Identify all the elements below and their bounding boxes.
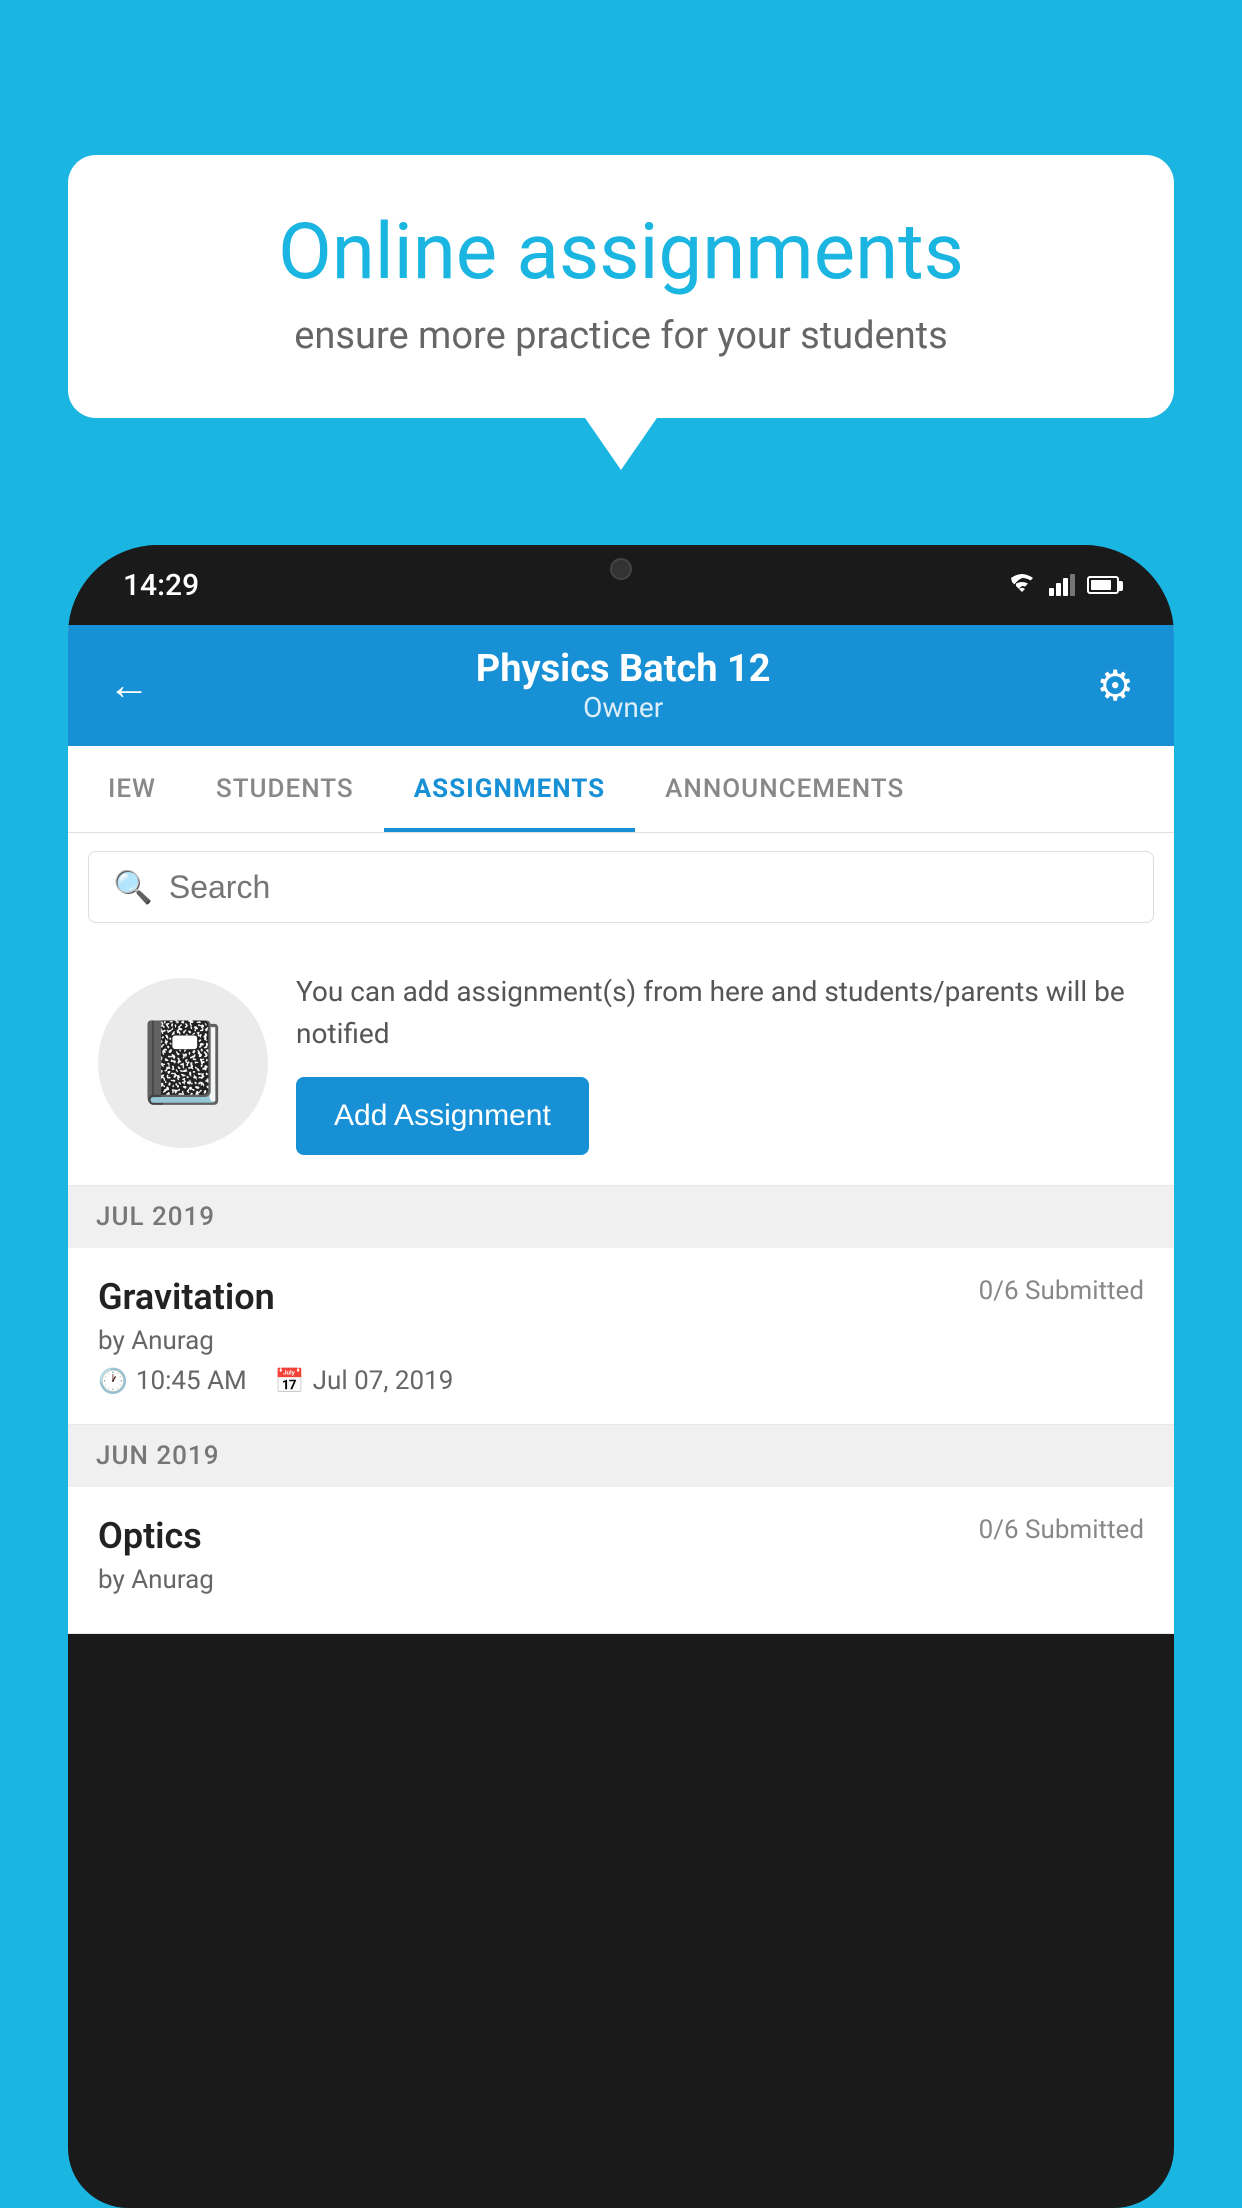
battery-icon xyxy=(1087,576,1119,594)
assignment-submitted-optics: 0/6 Submitted xyxy=(979,1515,1144,1545)
section-header-jun: JUN 2019 xyxy=(68,1425,1174,1487)
assignment-date: 📅 Jul 07, 2019 xyxy=(275,1366,454,1396)
speech-bubble: Online assignments ensure more practice … xyxy=(68,155,1174,418)
date-value: Jul 07, 2019 xyxy=(313,1366,454,1396)
time-value: 10:45 AM xyxy=(136,1366,247,1396)
assignment-meta: 🕐 10:45 AM 📅 Jul 07, 2019 xyxy=(98,1366,1144,1396)
status-time: 14:29 xyxy=(123,568,199,603)
search-bar[interactable]: 🔍 xyxy=(88,851,1154,923)
app-header: ← Physics Batch 12 Owner ⚙ xyxy=(68,625,1174,746)
info-text: You can add assignment(s) from here and … xyxy=(296,971,1144,1155)
info-card: 📓 You can add assignment(s) from here an… xyxy=(68,941,1174,1186)
assignment-name-optics: Optics xyxy=(98,1515,202,1557)
wifi-icon xyxy=(1007,574,1037,596)
tab-announcements[interactable]: ANNOUNCEMENTS xyxy=(635,746,934,832)
notebook-icon: 📓 xyxy=(133,1016,233,1110)
back-button[interactable]: ← xyxy=(108,661,150,710)
status-icons xyxy=(1007,574,1119,596)
bubble-subtitle: ensure more practice for your students xyxy=(133,314,1109,358)
assignment-author-optics: by Anurag xyxy=(98,1565,1144,1595)
assignment-optics[interactable]: Optics 0/6 Submitted by Anurag xyxy=(68,1487,1174,1634)
assignment-author: by Anurag xyxy=(98,1326,1144,1356)
assignment-submitted: 0/6 Submitted xyxy=(979,1276,1144,1306)
clock-icon: 🕐 xyxy=(98,1367,128,1395)
app-screen: ← Physics Batch 12 Owner ⚙ IEW STUDENTS … xyxy=(68,625,1174,1634)
bubble-title: Online assignments xyxy=(133,210,1109,296)
assignment-name: Gravitation xyxy=(98,1276,275,1318)
tab-bar: IEW STUDENTS ASSIGNMENTS ANNOUNCEMENTS xyxy=(68,746,1174,833)
settings-icon[interactable]: ⚙ xyxy=(1096,661,1134,711)
signal-icon xyxy=(1049,574,1075,596)
assignment-time: 🕐 10:45 AM xyxy=(98,1366,247,1396)
search-input[interactable] xyxy=(169,869,1129,906)
tab-iew[interactable]: IEW xyxy=(78,746,186,832)
assignment-row-top: Gravitation 0/6 Submitted xyxy=(98,1276,1144,1318)
header-subtitle: Owner xyxy=(476,691,771,724)
status-bar: 14:29 xyxy=(68,545,1174,625)
phone-notch xyxy=(541,545,701,593)
notebook-icon-container: 📓 xyxy=(98,978,268,1148)
search-icon: 🔍 xyxy=(113,868,153,906)
header-title: Physics Batch 12 xyxy=(476,647,771,691)
tab-students[interactable]: STUDENTS xyxy=(186,746,384,832)
calendar-icon: 📅 xyxy=(275,1367,305,1395)
phone-frame: 14:29 ← Physics xyxy=(68,545,1174,2208)
section-header-jul: JUL 2019 xyxy=(68,1186,1174,1248)
add-assignment-button[interactable]: Add Assignment xyxy=(296,1077,589,1155)
search-container: 🔍 xyxy=(68,833,1174,941)
assignment-row-top-optics: Optics 0/6 Submitted xyxy=(98,1515,1144,1557)
assignment-gravitation[interactable]: Gravitation 0/6 Submitted by Anurag 🕐 10… xyxy=(68,1248,1174,1425)
tab-assignments[interactable]: ASSIGNMENTS xyxy=(384,746,635,832)
header-center: Physics Batch 12 Owner xyxy=(476,647,771,724)
phone-camera xyxy=(610,558,632,580)
info-description: You can add assignment(s) from here and … xyxy=(296,971,1144,1055)
